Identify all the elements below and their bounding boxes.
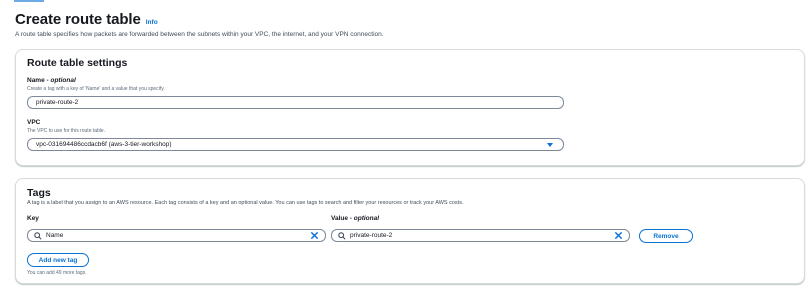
remove-tag-button[interactable]: Remove xyxy=(639,229,693,243)
top-strip-segment xyxy=(14,0,44,2)
tag-value-input[interactable]: private-route-2 xyxy=(331,229,630,242)
tag-limit-text: You can add 49 more tags. xyxy=(27,270,87,276)
tags-description: A tag is a label that you assign to an A… xyxy=(27,200,464,206)
name-input[interactable]: private-route-2 xyxy=(27,96,564,109)
name-label-text: Name xyxy=(27,77,45,84)
close-icon[interactable] xyxy=(310,231,319,240)
value-label-text: Value xyxy=(331,215,348,222)
title-row: Create route table Info xyxy=(15,11,384,28)
info-link[interactable]: Info xyxy=(146,19,158,26)
name-optional-text: - optional xyxy=(44,77,76,84)
caret-down-icon xyxy=(547,143,553,147)
tag-value-value: private-route-2 xyxy=(350,232,393,239)
name-label: Name - optional xyxy=(27,77,76,84)
section-title-settings: Route table settings xyxy=(27,57,128,69)
vpc-select-value: vpc-031694486ccdacb6f (aws-3-tier-worksh… xyxy=(36,141,172,148)
page-title: Create route table xyxy=(15,11,141,28)
tag-key-input[interactable]: Name xyxy=(27,229,326,242)
top-strip xyxy=(0,0,808,4)
tags-container: Tags A tag is a label that you assign to… xyxy=(15,178,805,284)
tag-key-value: Name xyxy=(46,232,64,239)
value-column-label: Value - optional xyxy=(331,215,379,222)
vpc-description: The VPC to use for this route table. xyxy=(27,128,106,134)
close-icon[interactable] xyxy=(614,231,623,240)
key-column-label: Key xyxy=(27,215,39,222)
vpc-select[interactable]: vpc-031694486ccdacb6f (aws-3-tier-worksh… xyxy=(27,138,564,151)
vpc-label: VPC xyxy=(27,119,41,126)
add-new-tag-button[interactable]: Add new tag xyxy=(27,253,89,267)
page-header: Create route table Info A route table sp… xyxy=(15,11,384,38)
search-icon xyxy=(338,232,346,240)
section-title-tags: Tags xyxy=(27,187,51,199)
name-input-value: private-route-2 xyxy=(36,99,79,106)
name-description: Create a tag with a key of 'Name' and a … xyxy=(27,86,165,92)
search-icon xyxy=(34,232,42,240)
route-table-settings-container: Route table settings Name - optional Cre… xyxy=(15,49,805,166)
page-description: A route table specifies how packets are … xyxy=(15,31,384,38)
value-optional-text: - optional xyxy=(347,215,380,222)
